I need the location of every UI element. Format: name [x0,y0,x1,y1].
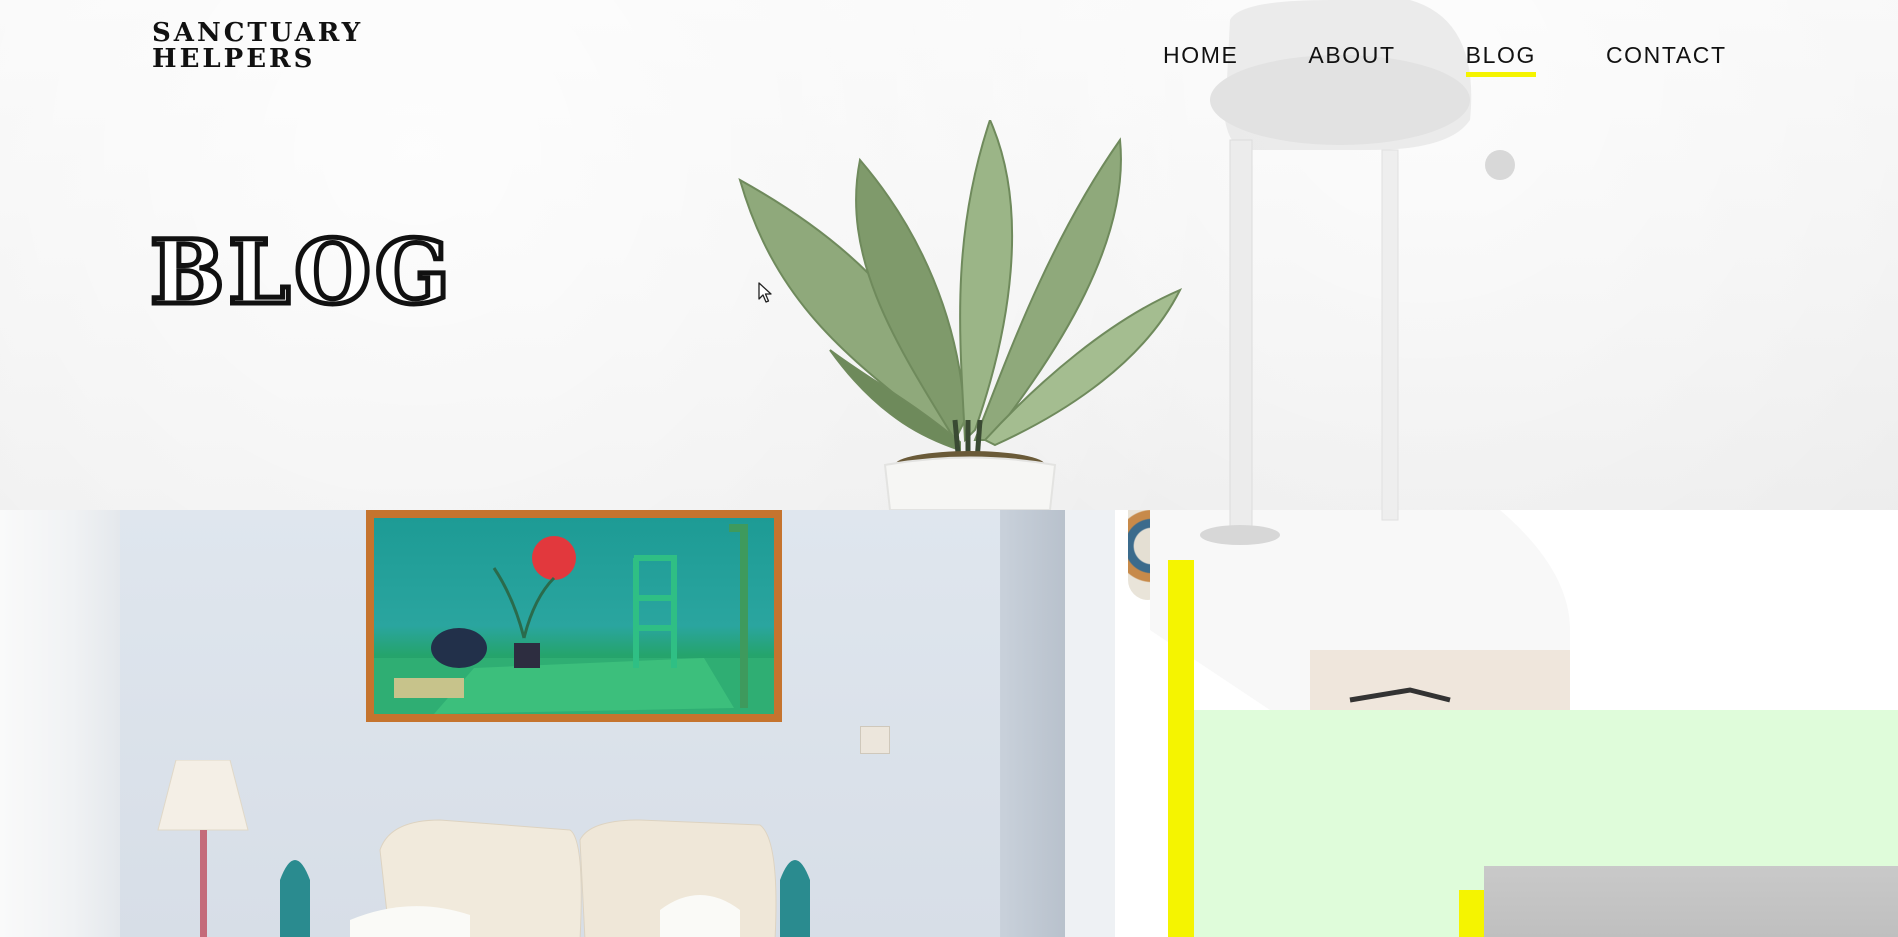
logo-line-1: SANCTUARY [152,18,364,48]
desk-lamp-photo [1200,0,1515,545]
nav-contact-link[interactable]: CONTACT [1606,42,1727,75]
doorway-shadow [1000,510,1065,937]
floor-lamp-photo-detail [157,760,249,937]
main-navigation: HOME ABOUT BLOG CONTACT [1163,42,1727,77]
doorway-photo-detail [1065,510,1115,937]
post-card-small-accent [1459,890,1484,937]
nav-blog-link[interactable]: BLOG [1465,42,1537,77]
site-logo[interactable]: SANCTUARY HELPERS [152,20,363,72]
framed-painting [366,510,782,722]
logo-line-2: HELPERS [152,44,316,74]
arrow-pointer-icon [758,282,772,303]
page-title: BLOG [147,220,455,325]
sofa-photo-detail [280,819,810,937]
nav-about-link[interactable]: ABOUT [1308,42,1395,75]
painting-canvas [374,518,774,714]
light-switch-photo-detail [860,726,890,754]
post-card-thumbnail[interactable] [1484,866,1898,937]
plant-photo [738,120,1183,510]
painting-artwork [374,524,774,714]
nav-home-link[interactable]: HOME [1163,42,1238,75]
curtain-photo-detail [0,510,120,937]
post-card-accent-bar [1168,560,1194,937]
featured-post-image[interactable] [0,510,1115,937]
